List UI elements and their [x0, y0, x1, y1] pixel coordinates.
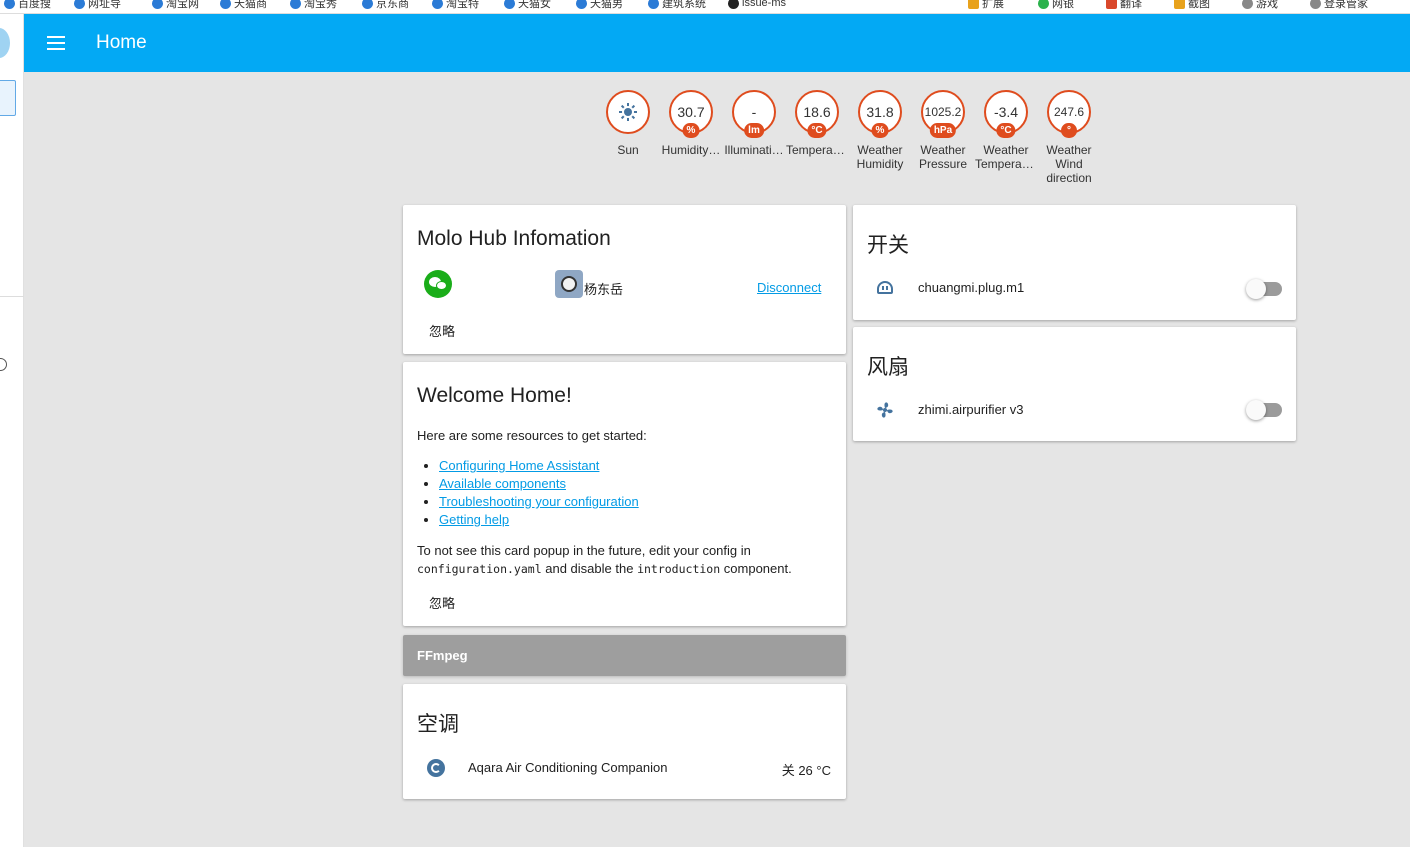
login-manager-button[interactable]: 登录管家 [1310, 0, 1368, 10]
card-title: 空调 [417, 713, 459, 736]
card-title: 风扇 [867, 356, 909, 379]
wechat-icon [424, 270, 452, 298]
climate-entity-name[interactable]: Aqara Air Conditioning Companion [468, 760, 667, 775]
badge-weather-pressure[interactable]: 1025.2 hPa Weather Pressure [912, 90, 974, 171]
climate-state[interactable]: 关 26 °C [782, 760, 831, 779]
welcome-card: Welcome Home! Here are some resources to… [403, 362, 846, 626]
badge-sun[interactable]: Sun [597, 90, 659, 157]
screenshot-button[interactable]: 截图 [1174, 0, 1210, 10]
badge-humidity[interactable]: 30.7 % Humidity… [660, 90, 722, 157]
list-item: Getting help [439, 511, 639, 529]
sun-icon [619, 103, 637, 121]
card-title: Molo Hub Infomation [417, 227, 611, 250]
user-name: 杨东岳 [584, 282, 624, 297]
fan-entity-name[interactable]: zhimi.airpurifier v3 [918, 402, 1023, 417]
globe-icon [4, 0, 15, 9]
badge-weather-temperature[interactable]: -3.4 °C Weather Temperat… [975, 90, 1037, 171]
bookmark-item[interactable]: 百度搜 [4, 0, 51, 10]
fan-card: 风扇 zhimi.airpurifier v3 [853, 327, 1296, 441]
badge-temperature[interactable]: 18.6 °C Temperat… [786, 90, 848, 157]
power-socket-icon [877, 281, 893, 294]
translate-icon [1106, 0, 1117, 9]
card-title: FFmpeg [417, 648, 468, 663]
thermostat-icon [427, 759, 445, 777]
list-item: Available components [439, 475, 639, 493]
configuring-link[interactable]: Configuring Home Assistant [439, 458, 599, 473]
bookmark-item[interactable]: 淘宝秀 [290, 0, 337, 10]
switch-card: 开关 chuangmi.plug.m1 [853, 205, 1296, 320]
card-title: 开关 [867, 234, 909, 257]
extension-icon [968, 0, 979, 9]
disconnect-link[interactable]: Disconnect [757, 280, 821, 295]
bookmark-item[interactable]: 天猫女 [504, 0, 551, 10]
star-icon [1242, 0, 1253, 9]
bank-button[interactable]: 网银 [1038, 0, 1074, 10]
globe-icon [576, 0, 587, 9]
climate-card: 空调 Aqara Air Conditioning Companion 关 26… [403, 684, 846, 799]
bookmark-item[interactable]: issue-ms [728, 0, 786, 10]
github-icon [728, 0, 739, 9]
bookmark-item[interactable]: 建筑系统 [648, 0, 706, 10]
globe-icon [504, 0, 515, 9]
resource-list: Configuring Home Assistant Available com… [439, 457, 639, 529]
bookmark-item[interactable]: 淘宝网 [152, 0, 199, 10]
globe-icon [74, 0, 85, 9]
help-link[interactable]: Getting help [439, 512, 509, 527]
bookmark-item[interactable]: 网址导 [74, 0, 121, 10]
globe-icon [362, 0, 373, 9]
bookmark-item[interactable]: 淘宝特 [432, 0, 479, 10]
intro-text: Here are some resources to get started: [417, 428, 647, 443]
bookmark-item[interactable]: 天猫商 [220, 0, 267, 10]
dismiss-button[interactable]: 忽略 [429, 593, 455, 612]
scissors-icon [1174, 0, 1185, 9]
radio-icon[interactable] [0, 358, 7, 371]
components-link[interactable]: Available components [439, 476, 566, 491]
page-title: Home [96, 32, 147, 53]
switch-entity-name[interactable]: chuangmi.plug.m1 [918, 280, 1024, 295]
app-toolbar: Home [24, 14, 1410, 72]
avatar [555, 270, 583, 298]
bookmark-item[interactable]: 京东商 [362, 0, 409, 10]
globe-icon [290, 0, 301, 9]
list-item: Troubleshooting your configuration [439, 493, 639, 511]
config-note: To not see this card popup in the future… [417, 543, 792, 576]
card-title: Welcome Home! [417, 384, 572, 407]
side-panel [0, 14, 24, 847]
globe-icon [152, 0, 163, 9]
fan-toggle[interactable] [1246, 400, 1282, 420]
browser-bookmark-bar: 百度搜 网址导 淘宝网 天猫商 淘宝秀 京东商 淘宝特 天猫女 天猫男 建筑系统… [0, 0, 1410, 14]
key-icon [1310, 0, 1321, 9]
translate-button[interactable]: 翻译 [1106, 0, 1142, 10]
list-item: Configuring Home Assistant [439, 457, 639, 475]
globe-icon [220, 0, 231, 9]
games-button[interactable]: 游戏 [1242, 0, 1278, 10]
divider [0, 296, 24, 297]
molo-hub-card: Molo Hub Infomation 杨东岳 Disconnect 忽略 [403, 205, 846, 354]
globe-icon [432, 0, 443, 9]
dismiss-button[interactable]: 忽略 [429, 321, 455, 340]
badge-weather-wind-direction[interactable]: 247.6 ° Weather Wind direction [1038, 90, 1100, 185]
bookmark-item[interactable]: 天猫男 [576, 0, 623, 10]
switch-toggle[interactable] [1246, 279, 1282, 299]
extensions-button[interactable]: 扩展 [968, 0, 1004, 10]
side-panel-selected-item[interactable] [0, 80, 16, 116]
menu-icon[interactable] [47, 32, 69, 54]
bank-icon [1038, 0, 1049, 9]
badge-illuminance[interactable]: - lm Illuminati… [723, 90, 785, 157]
avatar[interactable] [0, 28, 10, 58]
troubleshooting-link[interactable]: Troubleshooting your configuration [439, 494, 639, 509]
ffmpeg-card[interactable]: FFmpeg [403, 635, 846, 676]
globe-icon [648, 0, 659, 9]
badge-weather-humidity[interactable]: 31.8 % Weather Humidity [849, 90, 911, 171]
fan-icon [877, 402, 893, 418]
